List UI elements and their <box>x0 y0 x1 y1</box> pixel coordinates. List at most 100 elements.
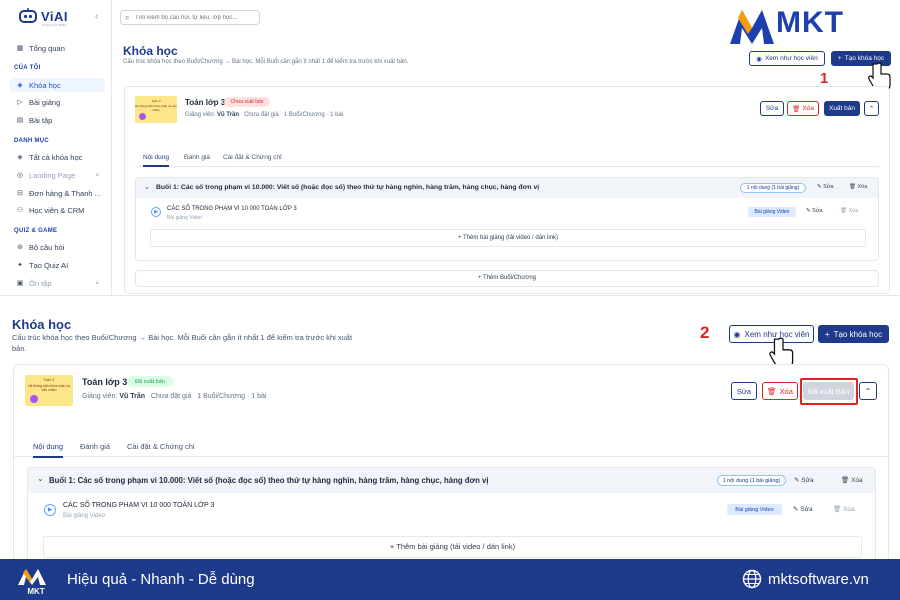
add-lesson-button[interactable]: + Thêm bài giảng (tải video / dán link) <box>43 536 862 558</box>
session-header[interactable]: ⌄ Buổi 1: Các số trong phạm vi 10.000: V… <box>28 468 875 493</box>
step-number-1: 1 <box>820 70 829 87</box>
session-title: Buổi 1: Các số trong phạm vi 10.000: Viế… <box>49 476 489 485</box>
lesson-row[interactable]: ▶ CÁC SỐ TRONG PHẠM VI 10 000 TOÁN LỚP 3… <box>28 493 875 529</box>
instructor-name: Vũ Trần <box>217 112 240 118</box>
plus-icon: + <box>837 55 842 62</box>
sidebar-item-overview[interactable]: ▦ Tổng quan <box>10 41 105 55</box>
delete-lesson-label: Xóa <box>848 208 859 214</box>
edit-course-button[interactable]: Sửa <box>760 101 784 116</box>
search-input[interactable] <box>135 12 257 23</box>
delete-lesson-button[interactable]: 🗑︎ Xóa <box>833 505 855 513</box>
edit-lesson-button[interactable]: ✎ Sửa <box>793 505 813 513</box>
sidebar-item-all-courses[interactable]: ◈ Tất cả khóa học <box>10 150 105 164</box>
tab-content[interactable]: Nội dung <box>143 154 170 167</box>
play-icon[interactable]: ▶ <box>151 207 161 217</box>
session-content-count: 1 nội dung (1 bài giảng) <box>740 183 806 193</box>
delete-lesson-button[interactable]: 🗑︎ Xóa <box>840 208 858 214</box>
collapse-card-button[interactable]: ⌃ <box>859 382 877 400</box>
trash-icon: 🗑︎ <box>792 105 801 113</box>
chevron-down-icon[interactable]: ⌄ <box>37 474 44 483</box>
search-bar[interactable]: ⌕ <box>120 10 260 25</box>
tab-settings-certificates[interactable]: Cài đặt & Chứng chỉ <box>127 442 195 451</box>
course-thumbnail[interactable]: Toán 3 Hệ thống kiến thức toán và văn ch… <box>25 375 73 406</box>
course-name[interactable]: Toán lớp 3 <box>82 377 127 387</box>
chevron-up-icon: ⌃ <box>864 386 872 396</box>
thumbnail-title: Toán 3 <box>151 99 161 103</box>
cart-icon: ⊟ <box>17 190 23 197</box>
edit-session-button[interactable]: ✎ Sửa <box>817 184 834 190</box>
sparkle-icon: ✦ <box>17 262 23 269</box>
add-session-button[interactable]: + Thêm Buổi/Chương <box>135 270 879 287</box>
delete-session-button[interactable]: 🗑︎ Xóa <box>849 184 867 190</box>
sidebar-section-quiz: QUIZ & GAME <box>14 228 58 234</box>
sidebar-item-exercises[interactable]: ▤ Bài tập <box>10 113 105 127</box>
edit-lesson-label: Sửa <box>800 506 813 513</box>
footer-website[interactable]: mktsoftware.vn <box>768 571 869 588</box>
lesson-type-badge: Bài giảng Video <box>748 207 796 217</box>
instructor-label: Giảng viên: <box>82 393 118 400</box>
tab-reviews[interactable]: Đánh giá <box>184 154 210 161</box>
edit-session-button[interactable]: ✎ Sửa <box>794 476 814 484</box>
delete-course-button[interactable]: 🗑︎ Xóa <box>762 382 798 400</box>
tab-content[interactable]: Nội dung <box>33 442 64 458</box>
sidebar-item-question-bank[interactable]: ⊛ Bộ câu hỏi <box>10 240 105 254</box>
create-course-button[interactable]: + Tạo khóa học <box>818 325 889 343</box>
session-header[interactable]: ⌄ Buổi 1: Các số trong phạm vi 10.000: V… <box>136 178 878 198</box>
tab-settings-certificates[interactable]: Cài đặt & Chứng chỉ <box>223 154 282 161</box>
chevron-down-icon[interactable]: ⌄ <box>144 183 150 191</box>
lock-icon: 🔒︎ <box>95 279 99 286</box>
eye-icon: ◉ <box>756 55 762 63</box>
sidebar-item-orders[interactable]: ⊟ Đơn hàng & Thanh ... <box>10 186 105 200</box>
thumbnail-subtitle: Hệ thống kiến thức toán và văn chiều <box>135 104 177 112</box>
sidebar-item-label: Ôn tập <box>29 278 52 288</box>
tab-reviews[interactable]: Đánh giá <box>80 442 110 451</box>
question-icon: ⊛ <box>17 244 23 251</box>
cap-icon: ◈ <box>17 82 23 89</box>
robot-logo-icon <box>19 8 37 23</box>
sidebar-item-courses[interactable]: ◈ Khóa học <box>10 78 105 92</box>
play-icon: ▷ <box>17 99 23 106</box>
calendar-icon: ▣ <box>16 280 24 287</box>
collapse-card-button[interactable]: ⌃ <box>864 101 879 116</box>
thumbnail-subtitle: Hệ thống kiến thức toán và văn chiều <box>27 384 71 392</box>
search-icon: ⌕ <box>125 13 130 22</box>
add-lesson-button[interactable]: + Thêm bài giảng (tải video / dán link) <box>150 229 866 247</box>
delete-course-button[interactable]: 🗑︎ Xóa <box>787 101 819 116</box>
instructor-label: Giảng viên: <box>185 112 216 118</box>
flower-decoration <box>30 395 38 403</box>
lesson-title: CÁC SỐ TRONG PHẠM VI 10 000 TOÁN LỚP 3 <box>63 502 215 509</box>
delete-session-button[interactable]: 🗑︎ Xóa <box>841 476 863 484</box>
thumbnail-title: Toán 3 <box>43 378 55 382</box>
tabs-divider <box>135 166 879 167</box>
course-price: Chưa đặt giá <box>244 112 279 118</box>
screen-before-publish: ViAI AI Agent for SMEs ‹ ▦ Tổng quan CỦA… <box>0 0 900 296</box>
session-content-count: 1 nội dung (1 bài giảng) <box>717 475 786 486</box>
session-title: Buổi 1: Các số trong phạm vi 10.000: Viế… <box>156 184 540 191</box>
publish-button[interactable]: Xuất bản <box>824 101 860 116</box>
edit-course-button[interactable]: Sửa <box>731 382 757 400</box>
mkt-logo-icon <box>730 10 774 44</box>
trash-icon: 🗑︎ <box>767 386 777 396</box>
sidebar-item-ai-quiz[interactable]: ✦ Tạo Quiz AI <box>10 258 105 272</box>
sidebar-section-mine: CỦA TÔI <box>14 65 41 71</box>
lesson-type-badge: Bài giảng Video <box>727 504 782 515</box>
sidebar-item-students-crm[interactable]: ⚇ Học viên & CRM <box>10 203 105 217</box>
sidebar-item-label: Đơn hàng & Thanh ... <box>29 188 101 198</box>
course-price: Chưa đặt giá <box>150 393 192 400</box>
sidebar-item-label: Bộ câu hỏi <box>29 242 65 252</box>
delete-session-label: Xóa <box>851 477 863 484</box>
course-thumbnail[interactable]: Toán 3 Hệ thống kiến thức toán và văn ch… <box>135 96 177 123</box>
sidebar: ViAI AI Agent for SMEs ‹ ▦ Tổng quan CỦA… <box>0 0 112 295</box>
edit-lesson-button[interactable]: ✎ Sửa <box>806 208 823 214</box>
lesson-title: CÁC SỐ TRONG PHẠM VI 10 000 TOÁN LỚP 3 <box>167 206 297 212</box>
course-name[interactable]: Toán lớp 3 <box>185 98 225 107</box>
app-logo[interactable]: ViAI AI Agent for SMEs <box>14 8 104 28</box>
sidebar-item-label: Tổng quan <box>29 43 65 53</box>
view-as-student-button[interactable]: ◉ Xem như học viên <box>749 51 825 66</box>
sidebar-item-lectures[interactable]: ▷ Bài giảng <box>10 95 105 109</box>
chevron-left-icon[interactable]: ‹ <box>95 11 98 22</box>
sidebar-item-review[interactable]: ▣ Ôn tập 🔒︎ <box>10 276 105 290</box>
lesson-row[interactable]: ▶ CÁC SỐ TRONG PHẠM VI 10 000 TOÁN LỚP 3… <box>136 198 878 226</box>
play-icon[interactable]: ▶ <box>44 504 56 516</box>
sidebar-item-landing-page[interactable]: ◎ Landing Page 🔒︎ <box>10 168 105 182</box>
